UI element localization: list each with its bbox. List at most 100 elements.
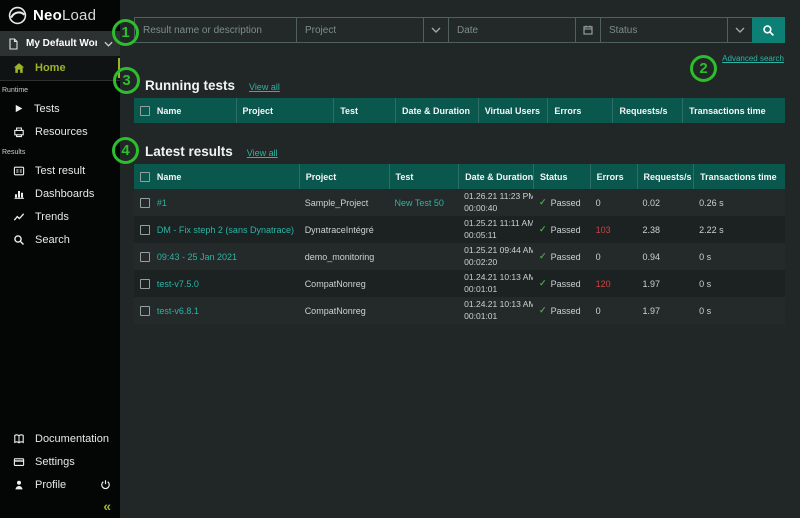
- sidebar-item-label: Profile: [35, 479, 66, 491]
- date-field[interactable]: Date: [448, 17, 601, 43]
- result-test-link[interactable]: [389, 270, 459, 297]
- result-errors: 0: [590, 243, 637, 270]
- resources-icon: [13, 126, 25, 138]
- bar-chart-icon: [13, 188, 25, 200]
- workspace-icon: [7, 38, 19, 50]
- trend-line-icon: [13, 211, 25, 223]
- passed-check-icon: ✓: [539, 305, 547, 316]
- project-placeholder: Project: [297, 25, 336, 36]
- result-status: ✓Passed: [533, 243, 590, 270]
- running-tests-title: Running tests: [145, 78, 235, 93]
- advanced-search-row: Advanced search: [120, 48, 784, 66]
- column-header-date-duration: Date & Duration: [395, 98, 478, 123]
- running-tests-table-header: Name Project Test Date & Duration Virtua…: [134, 98, 785, 123]
- result-name-link[interactable]: 09:43 - 25 Jan 2021: [151, 243, 299, 270]
- column-header-project: Project: [236, 98, 334, 123]
- calendar-icon[interactable]: [575, 18, 600, 42]
- search-button[interactable]: [752, 17, 785, 43]
- column-header-status: Status: [533, 164, 590, 189]
- sidebar-item-label: Resources: [35, 126, 88, 138]
- latest-results-view-all-link[interactable]: View all: [247, 148, 278, 158]
- column-header-errors: Errors: [547, 98, 612, 123]
- column-header-errors: Errors: [590, 164, 637, 189]
- sidebar-item-dashboards[interactable]: Dashboards: [0, 182, 120, 205]
- latest-results-table: Name Project Test Date & Duration Status…: [134, 164, 785, 324]
- result-test-link[interactable]: New Test 50: [389, 189, 459, 216]
- result-requests: 1.97: [637, 297, 694, 324]
- chevron-down-icon[interactable]: [727, 18, 752, 42]
- select-all-checkbox[interactable]: [140, 172, 150, 182]
- neoload-logo-icon: [8, 6, 27, 25]
- passed-check-icon: ✓: [539, 251, 547, 262]
- row-checkbox[interactable]: [140, 198, 150, 208]
- chevron-down-icon[interactable]: [423, 18, 448, 42]
- project-select[interactable]: Project: [296, 17, 449, 43]
- sidebar-item-trends[interactable]: Trends: [0, 205, 120, 228]
- column-header-virtual-users: Virtual Users: [478, 98, 548, 123]
- status-placeholder: Status: [601, 25, 637, 36]
- sidebar-section-results: Results: [2, 149, 120, 156]
- magnifier-icon: [762, 24, 775, 37]
- status-select[interactable]: Status: [600, 17, 753, 43]
- result-test-link[interactable]: [389, 216, 459, 243]
- row-checkbox[interactable]: [140, 252, 150, 262]
- result-test-link[interactable]: [389, 297, 459, 324]
- date-placeholder: Date: [449, 25, 478, 36]
- result-date-duration: 01.24.21 10:13 AM00:01:01: [458, 270, 533, 297]
- sidebar-item-documentation[interactable]: Documentation: [0, 427, 120, 450]
- latest-results-title: Latest results: [145, 144, 233, 159]
- result-name-link[interactable]: test-v7.5.0: [151, 270, 299, 297]
- result-status: ✓Passed: [533, 189, 590, 216]
- sidebar-item-tests[interactable]: Tests: [0, 97, 120, 120]
- power-icon[interactable]: [100, 479, 111, 490]
- sidebar-item-profile[interactable]: Profile: [0, 473, 120, 496]
- result-name-input[interactable]: [135, 18, 296, 42]
- sidebar-item-label: Tests: [34, 103, 60, 115]
- result-name-link[interactable]: DM - Fix steph 2 (sans Dynatrace): [151, 216, 299, 243]
- result-transactions-time: 0.26 s: [693, 189, 784, 216]
- result-project: CompatNonreg: [299, 297, 389, 324]
- sidebar-item-test-result[interactable]: Test result: [0, 159, 120, 182]
- book-icon: [13, 433, 25, 445]
- result-transactions-time: 0 s: [693, 270, 784, 297]
- workspace-name: My Default Worksp: [26, 38, 97, 49]
- result-row: 09:43 - 25 Jan 2021 demo_monitoring 01.2…: [134, 243, 785, 270]
- result-name-link[interactable]: #1: [151, 189, 299, 216]
- person-icon: [13, 479, 25, 491]
- column-header-date-duration: Date & Duration: [458, 164, 533, 189]
- result-errors: 0: [590, 189, 637, 216]
- select-all-checkbox[interactable]: [140, 106, 150, 116]
- report-icon: [13, 165, 25, 177]
- result-transactions-time: 0 s: [693, 243, 784, 270]
- sidebar: NeoLoad My Default Worksp Home Runtime T…: [0, 0, 120, 518]
- result-requests: 0.02: [637, 189, 694, 216]
- result-name-link[interactable]: test-v6.8.1: [151, 297, 299, 324]
- advanced-search-link[interactable]: Advanced search: [722, 54, 784, 63]
- column-header-test: Test: [333, 98, 395, 123]
- sidebar-item-home[interactable]: Home: [0, 56, 120, 81]
- sidebar-item-search[interactable]: Search: [0, 228, 120, 251]
- running-tests-view-all-link[interactable]: View all: [249, 82, 280, 92]
- sidebar-item-label: Test result: [35, 165, 85, 177]
- row-checkbox[interactable]: [140, 306, 150, 316]
- search-filter-bar: Project Date Status: [134, 17, 785, 43]
- result-requests: 0.94: [637, 243, 694, 270]
- result-date-duration: 01.24.21 10:13 AM00:01:01: [458, 297, 533, 324]
- passed-check-icon: ✓: [539, 278, 547, 289]
- annotation-circle-3: 3: [113, 67, 140, 94]
- sidebar-collapse-button[interactable]: «: [103, 498, 111, 514]
- logo-text: NeoLoad: [33, 7, 96, 24]
- sidebar-item-label: Home: [35, 62, 66, 74]
- row-checkbox[interactable]: [140, 279, 150, 289]
- result-status: ✓Passed: [533, 297, 590, 324]
- workspace-selector[interactable]: My Default Worksp: [0, 31, 120, 56]
- annotation-circle-2: 2: [690, 55, 717, 82]
- sidebar-item-resources[interactable]: Resources: [0, 120, 120, 143]
- column-header-test: Test: [389, 164, 459, 189]
- row-checkbox[interactable]: [140, 225, 150, 235]
- result-status: ✓Passed: [533, 216, 590, 243]
- sidebar-item-label: Search: [35, 234, 70, 246]
- result-errors: 120: [590, 270, 637, 297]
- result-test-link[interactable]: [389, 243, 459, 270]
- sidebar-item-settings[interactable]: Settings: [0, 450, 120, 473]
